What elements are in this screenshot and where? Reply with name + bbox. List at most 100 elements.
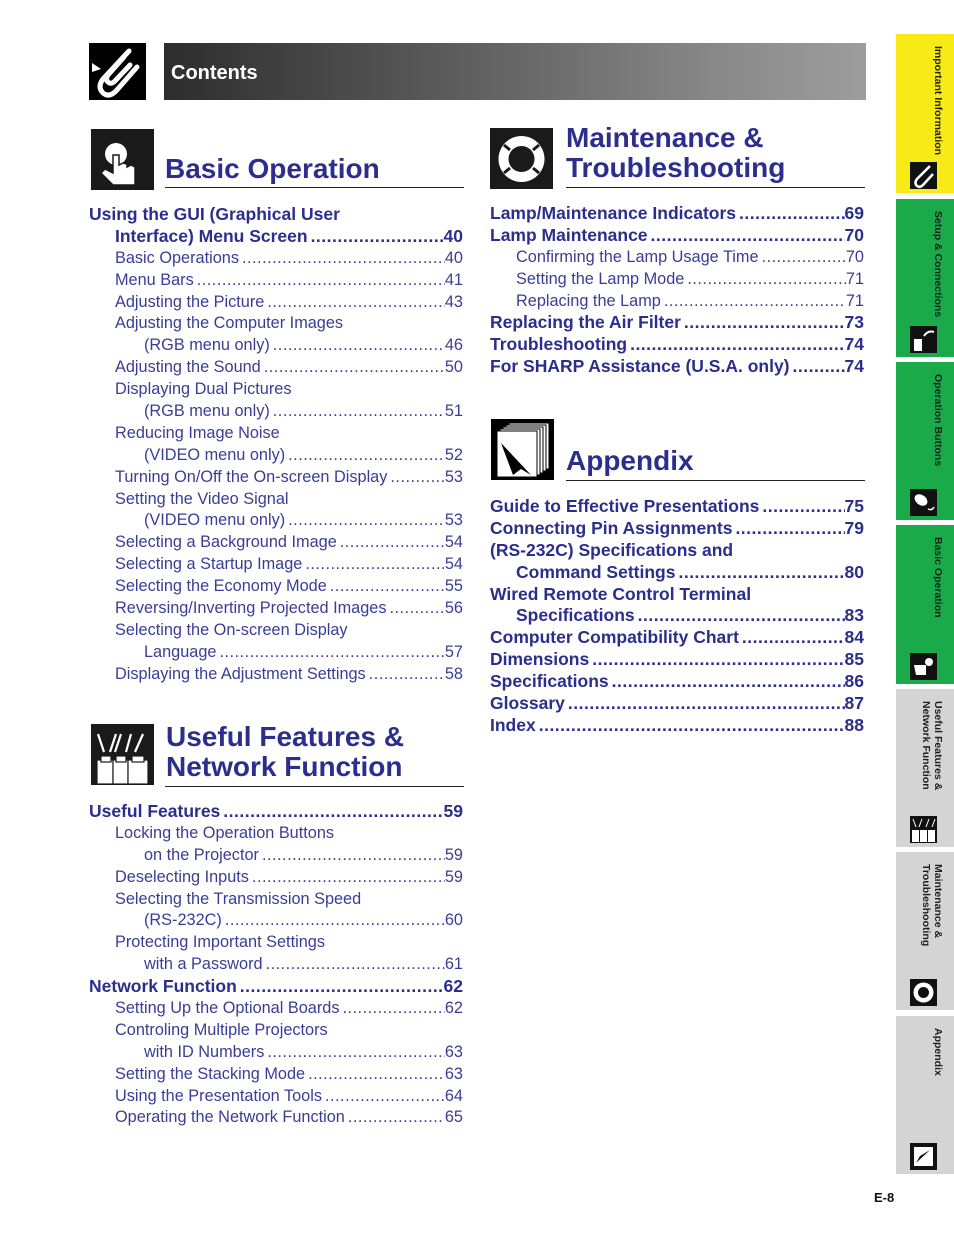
- toc-entry-title: Reducing Image Noise: [115, 423, 280, 442]
- toc-page-number: 55: [444, 577, 463, 596]
- toc-entry: Wired Remote Control Terminal: [490, 584, 864, 606]
- toc-page-number: 56: [444, 599, 463, 618]
- toc-entry[interactable]: Language 57: [89, 642, 463, 664]
- toc-entry[interactable]: Command Settings 80: [490, 562, 864, 584]
- toc-page-number: 41: [444, 270, 463, 289]
- side-tab-operation-buttons[interactable]: Operation Buttons: [896, 362, 954, 520]
- useful-features-heading: Useful Features & Network Function: [166, 722, 404, 782]
- toc-entry[interactable]: (VIDEO menu only) 52: [89, 445, 463, 467]
- dot-leader: [345, 1107, 445, 1129]
- toc-entry[interactable]: Computer Compatibility Chart 84: [490, 627, 864, 649]
- toc-entry[interactable]: Adjusting the Sound 50: [89, 357, 463, 379]
- toc-entry[interactable]: Lamp Maintenance 70: [490, 225, 864, 247]
- toc-entry[interactable]: Using the Presentation Tools 64: [89, 1086, 463, 1108]
- toc-entry[interactable]: Selecting the Economy Mode 55: [89, 576, 463, 598]
- toc-entry-title: Lamp/Maintenance Indicators: [490, 203, 737, 223]
- toc-entry[interactable]: Replacing the Air Filter 73: [490, 312, 864, 334]
- toc-page-number: 79: [844, 517, 864, 538]
- toc-entry[interactable]: Network Function 62: [89, 976, 463, 998]
- dot-leader: [736, 203, 845, 225]
- toc-entry[interactable]: Glossary 87: [490, 693, 864, 715]
- toc-entry-title: Selecting the Transmission Speed: [115, 889, 362, 908]
- toc-entry[interactable]: Setting the Lamp Mode 71: [490, 269, 864, 291]
- lifebuoy-icon: [490, 128, 553, 189]
- toc-entry[interactable]: Index 88: [490, 715, 864, 737]
- toc-entry[interactable]: Specifications 83: [490, 605, 864, 627]
- side-tab-basic-operation[interactable]: Basic Operation: [896, 525, 954, 684]
- toc-entry: Locking the Operation Buttons: [89, 823, 463, 845]
- toc-entry[interactable]: Dimensions 85: [490, 649, 864, 671]
- toc-page-number: 85: [844, 649, 864, 670]
- toc-entry[interactable]: Displaying the Adjustment Settings 58: [89, 664, 463, 686]
- toc-entry[interactable]: Setting the Stacking Mode 63: [89, 1064, 463, 1086]
- projectors-icon: [91, 724, 154, 785]
- toc-entry[interactable]: Lamp/Maintenance Indicators 69: [490, 203, 864, 225]
- dot-leader: [302, 554, 445, 576]
- side-tab-important-information[interactable]: Important Information: [896, 34, 954, 193]
- toc-entry-title: Replacing the Lamp: [516, 291, 661, 310]
- toc-entry-title: (RS-232C) Specifications and: [490, 539, 734, 560]
- toc-entry-title: (RGB menu only): [144, 402, 270, 421]
- toc-entry[interactable]: (VIDEO menu only) 53: [89, 510, 463, 532]
- toc-entry[interactable]: Selecting a Startup Image 54: [89, 554, 463, 576]
- side-tab-useful-features[interactable]: Useful Features & Network Function: [896, 689, 954, 847]
- dot-leader: [536, 715, 845, 737]
- toc-page-number: 58: [444, 664, 463, 683]
- side-tab-label: Useful Features & Network Function: [920, 701, 944, 791]
- toc-entry[interactable]: Selecting a Background Image 54: [89, 532, 463, 554]
- toc-entry[interactable]: Specifications 86: [490, 671, 864, 693]
- dot-leader: [565, 693, 845, 715]
- toc-page-number: 59: [443, 801, 463, 821]
- toc-entry[interactable]: Confirming the Lamp Usage Time 70: [490, 247, 864, 269]
- side-tab-label: Maintenance & Troubleshooting: [920, 864, 944, 947]
- side-tab-maintenance[interactable]: Maintenance & Troubleshooting: [896, 852, 954, 1010]
- toc-entry[interactable]: Deselecting Inputs 59: [89, 867, 463, 889]
- toc-page-number: 43: [444, 292, 463, 311]
- toc-entry[interactable]: Setting Up the Optional Boards 62: [89, 998, 463, 1020]
- toc-entry[interactable]: For SHARP Assistance (U.S.A. only) 74: [490, 356, 864, 378]
- toc-entry[interactable]: Basic Operations 40: [89, 248, 463, 270]
- toc-entry[interactable]: Interface) Menu Screen 40: [89, 226, 463, 248]
- lifebuoy-icon: [910, 979, 937, 1006]
- toc-page-number: 53: [444, 511, 463, 530]
- toc-entry-title: (RS-232C): [144, 911, 222, 930]
- dot-leader: [291, 379, 463, 401]
- side-tab-appendix[interactable]: Appendix: [896, 1016, 954, 1174]
- toc-entry[interactable]: Replacing the Lamp 71: [490, 291, 864, 313]
- toc-entry[interactable]: (RGB menu only) 51: [89, 401, 463, 423]
- dot-leader: [681, 312, 845, 334]
- heading-line-1: Maintenance &: [566, 122, 764, 153]
- toc-entry[interactable]: (RS-232C) 60: [89, 910, 463, 932]
- toc-entry[interactable]: with a Password 61: [89, 954, 463, 976]
- toc-entry: Protecting Important Settings: [89, 932, 463, 954]
- toc-entry-title: on the Projector: [144, 845, 259, 864]
- toc-entry: Using the GUI (Graphical User: [89, 204, 463, 226]
- toc-entry[interactable]: Adjusting the Picture 43: [89, 292, 463, 314]
- toc-entry-title: with ID Numbers: [144, 1042, 265, 1061]
- toc-entry[interactable]: Useful Features 59: [89, 801, 463, 823]
- toc-entry-title: Connecting Pin Assignments: [490, 517, 733, 538]
- dot-leader: [263, 954, 445, 976]
- toc-entry-title: Setting Up the Optional Boards: [115, 999, 340, 1018]
- toc-entry[interactable]: Connecting Pin Assignments 79: [490, 518, 864, 540]
- toc-entry[interactable]: Menu Bars 41: [89, 270, 463, 292]
- toc-entry[interactable]: on the Projector 59: [89, 845, 463, 867]
- basic-operation-toc: Using the GUI (Graphical User Interface) …: [89, 204, 463, 686]
- projectors-icon: [910, 816, 937, 843]
- toc-entry[interactable]: Turning On/Off the On-screen Display 53: [89, 467, 463, 489]
- toc-entry-title: Computer Compatibility Chart: [490, 627, 739, 648]
- toc-entry[interactable]: with ID Numbers 63: [89, 1042, 463, 1064]
- toc-entry[interactable]: (RGB menu only) 46: [89, 335, 463, 357]
- toc-entry[interactable]: Reversing/Inverting Projected Images 56: [89, 598, 463, 620]
- side-tab-setup-connections[interactable]: Setup & Connections: [896, 199, 954, 357]
- toc-entry[interactable]: Troubleshooting 74: [490, 334, 864, 356]
- toc-entry-title: Glossary: [490, 693, 565, 714]
- toc-page-number: 54: [444, 555, 463, 574]
- toc-entry[interactable]: Operating the Network Function 65: [89, 1107, 463, 1129]
- toc-entry-title: Guide to Effective Presentations: [490, 496, 760, 516]
- dot-leader: [732, 518, 844, 540]
- toc-entry-title: Adjusting the Computer Images: [115, 314, 344, 333]
- toc-entry[interactable]: Guide to Effective Presentations 75: [490, 496, 864, 518]
- toc-entry: Setting the Video Signal: [89, 489, 463, 511]
- toc-entry-title: Selecting the On-screen Display: [115, 620, 348, 639]
